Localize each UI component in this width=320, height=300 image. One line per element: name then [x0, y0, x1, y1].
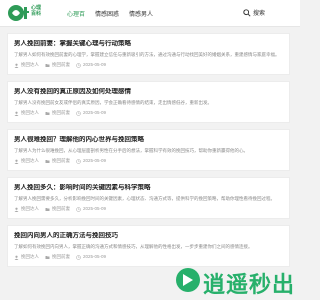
meta-category[interactable]: 挽回前妻 — [45, 206, 70, 212]
author-name: 挽回达人 — [21, 254, 39, 259]
article-title[interactable]: 男人很难挽回？理解他的内心世界与挽回策略 — [14, 136, 283, 144]
category-name: 挽回前妻 — [52, 254, 70, 259]
meta-date: 2025-05-09 — [76, 110, 106, 116]
folder-icon — [45, 111, 50, 115]
folder-icon — [45, 207, 50, 211]
article-card[interactable]: 男人很难挽回？理解他的内心世界与挽回策略 了解男人为什么很难挽回，从心理层面剖析… — [7, 129, 290, 171]
article-card[interactable]: 男人挽回多久：影响时间的关键因素与科学策略 了解男人挽回需要多久，分析影响挽回时… — [7, 177, 290, 219]
article-card[interactable]: 男人挽回前妻：掌握关键心理与行动策略 了解男人如何有效挽回前妻的心理学，掌握建立… — [7, 33, 290, 75]
category-name: 挽回前妻 — [52, 110, 70, 115]
user-icon — [14, 111, 19, 116]
date-text: 2025-05-09 — [83, 206, 107, 211]
watermark-logo-icon — [176, 268, 200, 292]
article-excerpt: 了解男人为什么很难挽回，从心理层面剖析男性在分手后的想法，掌握科学有效的挽回技巧… — [14, 148, 248, 153]
search-button[interactable]: 搜索 — [243, 8, 265, 17]
meta-category[interactable]: 挽回前妻 — [45, 110, 70, 116]
meta-author: 挽回达人 — [14, 62, 39, 68]
search-label: 搜索 — [253, 11, 266, 17]
category-name: 挽回前妻 — [52, 62, 70, 67]
meta-author: 挽回达人 — [14, 158, 39, 164]
date-text: 2025-05-09 — [83, 110, 107, 115]
date-text: 2025-05-09 — [83, 62, 107, 67]
article-meta: 挽回达人 挽回前妻 2025-05-09 — [14, 62, 283, 68]
meta-author: 挽回达人 — [14, 254, 39, 260]
clock-icon — [76, 158, 81, 164]
nav-item-home[interactable]: 心理百 — [67, 9, 85, 18]
folder-icon — [45, 255, 50, 259]
article-excerpt: 了解如何有效挽回内向男人，掌握正确的沟通方式和情感技巧，从理解他的性格出发，一步… — [14, 244, 253, 249]
article-title[interactable]: 挽回内向男人的正确方法与挽回技巧 — [14, 232, 283, 240]
article-excerpt: 了解男人如何有效挽回前妻的心理学，掌握建立信任与重新吸引的方法，通过沟通与行动找… — [14, 52, 280, 57]
meta-date: 2025-05-09 — [76, 254, 106, 260]
meta-author: 挽回达人 — [14, 206, 39, 212]
logo-icon[interactable] — [6, 3, 32, 23]
logo-text: 心理 百科 — [31, 5, 42, 17]
watermark-text: 逍遥秒出 — [203, 273, 296, 298]
meta-category[interactable]: 挽回前妻 — [45, 158, 70, 164]
meta-category[interactable]: 挽回前妻 — [45, 254, 70, 260]
article-meta: 挽回达人 挽回前妻 2025-05-09 — [14, 254, 283, 260]
clock-icon — [76, 62, 81, 68]
clock-icon — [76, 254, 81, 260]
article-title[interactable]: 男人挽回前妻：掌握关键心理与行动策略 — [14, 40, 283, 48]
meta-author: 挽回达人 — [14, 110, 39, 116]
article-card[interactable]: 男人没有挽回的真正原因及如何处理感情 了解男人没有挽回前女友或伴侣的真实原因，学… — [7, 81, 290, 123]
folder-icon — [45, 159, 50, 163]
user-icon — [14, 63, 19, 68]
nav-item-men[interactable]: 情感男人 — [129, 9, 153, 18]
article-meta: 挽回达人 挽回前妻 2025-05-09 — [14, 110, 283, 116]
category-name: 挽回前妻 — [52, 158, 70, 163]
author-name: 挽回达人 — [21, 158, 39, 163]
folder-icon — [45, 63, 50, 67]
nav-item-emotion[interactable]: 情感困惑 — [95, 9, 119, 18]
article-title[interactable]: 男人没有挽回的真正原因及如何处理感情 — [14, 88, 283, 96]
clock-icon — [76, 206, 81, 212]
article-list: 男人挽回前妻：掌握关键心理与行动策略 了解男人如何有效挽回前妻的心理学，掌握建立… — [7, 33, 290, 267]
watermark: 逍遥秒出 — [175, 263, 296, 298]
article-title[interactable]: 男人挽回多久：影响时间的关键因素与科学策略 — [14, 184, 283, 192]
date-text: 2025-05-09 — [83, 158, 107, 163]
top-header: 心理 百科 心理百 情感困惑 情感男人 搜索 — [0, 0, 300, 27]
user-icon — [14, 207, 19, 212]
main-nav: 心理百 情感困惑 情感男人 — [67, 9, 153, 18]
meta-date: 2025-05-09 — [76, 62, 106, 68]
article-excerpt: 了解男人挽回需要多久，分析影响挽回时间的关键因素，心理状态、沟通方式等，提供科学… — [14, 196, 275, 201]
article-meta: 挽回达人 挽回前妻 2025-05-09 — [14, 206, 283, 212]
article-card[interactable]: 挽回内向男人的正确方法与挽回技巧 了解如何有效挽回内向男人，掌握正确的沟通方式和… — [7, 225, 290, 267]
meta-date: 2025-05-09 — [76, 206, 106, 212]
article-excerpt: 了解男人没有挽回前女友或伴侣的真实原因，学会正确看待感情的结束，走出情感低谷，重… — [14, 100, 212, 105]
author-name: 挽回达人 — [21, 62, 39, 67]
category-name: 挽回前妻 — [52, 206, 70, 211]
date-text: 2025-05-09 — [83, 254, 107, 259]
meta-category[interactable]: 挽回前妻 — [45, 62, 70, 68]
meta-date: 2025-05-09 — [76, 158, 106, 164]
user-icon — [14, 159, 19, 164]
article-meta: 挽回达人 挽回前妻 2025-05-09 — [14, 158, 283, 164]
user-icon — [14, 255, 19, 260]
author-name: 挽回达人 — [21, 206, 39, 211]
search-icon — [243, 8, 251, 17]
author-name: 挽回达人 — [21, 110, 39, 115]
clock-icon — [76, 110, 81, 116]
